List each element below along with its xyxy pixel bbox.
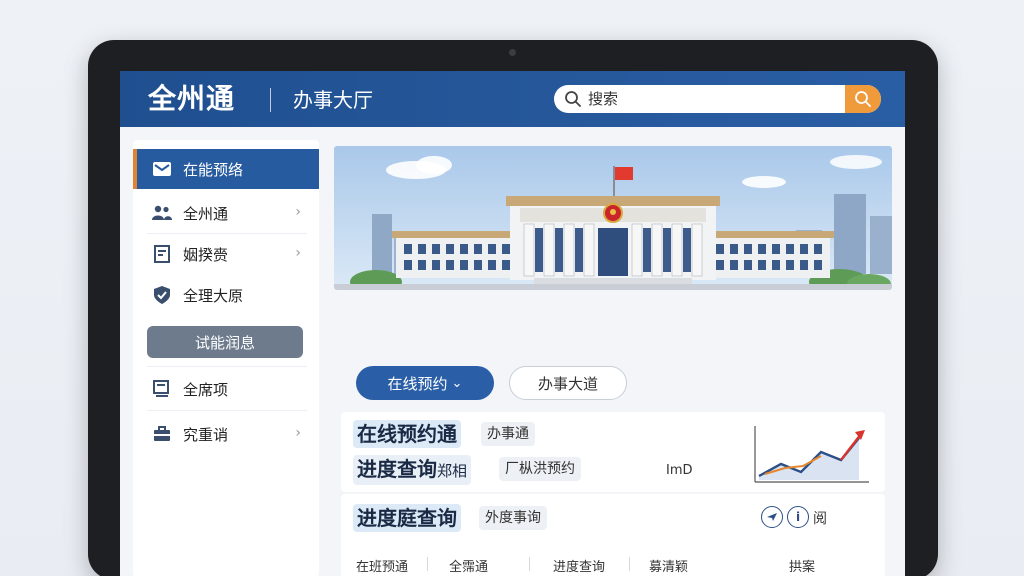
sidebar-item-management[interactable]: 全理大原: [133, 275, 319, 315]
users-icon: [151, 202, 173, 224]
divider: [629, 557, 630, 571]
result-title[interactable]: 在线预约通: [353, 420, 461, 448]
top-bar: 全州通 办事大厅: [120, 71, 905, 127]
chevron-right-icon: ›: [295, 425, 301, 441]
chevron-right-icon: ›: [295, 204, 301, 220]
sidebar-item-label: 全州通: [183, 204, 229, 223]
sidebar-item-label: 全席项: [183, 380, 229, 399]
result-card: 在线预约通 办事通 进度查询郑相 厂枞洪预约 ImD: [341, 412, 885, 492]
result-meta: 募清颖: [649, 560, 689, 575]
result-meta: ImD: [666, 463, 693, 478]
search-input[interactable]: [588, 85, 838, 113]
search-icon: [855, 91, 871, 107]
result-tag: 办事通: [481, 422, 535, 446]
divider: [147, 410, 307, 411]
send-icon[interactable]: [761, 506, 783, 528]
camera-dot: [509, 49, 516, 56]
sidebar: 在能预络 全州通 › 姻揆赍 › 全理大原 试能润息 全席项 究重诮 ›: [133, 140, 319, 576]
search-box: [554, 85, 881, 113]
result-title[interactable]: 进度查询郑相: [353, 455, 472, 485]
inbox-icon: [151, 158, 173, 180]
shield-icon: [151, 284, 173, 306]
search-button[interactable]: [845, 85, 881, 113]
monitor-icon: [151, 378, 173, 400]
trend-chart-icon: [754, 426, 869, 483]
chevron-down-icon: ⌄: [451, 375, 463, 391]
sidebar-item-label: 全理大原: [183, 286, 244, 305]
search-icon: [565, 91, 581, 107]
page-subtitle: 办事大厅: [293, 88, 373, 112]
screen: 全州通 办事大厅 搜索 在能预络 全州通 › 姻揆赍 › 全理大原 试能润息 全…: [120, 71, 905, 576]
tab-label: 办事大道: [537, 374, 598, 393]
result-tag: 厂枞洪预约: [499, 457, 581, 481]
sidebar-item-online-booking[interactable]: 在能预络: [133, 149, 319, 189]
sidebar-item-research[interactable]: 究重诮 ›: [133, 414, 319, 454]
divider: [427, 557, 428, 571]
action-label: 阅: [813, 511, 827, 527]
chevron-right-icon: ›: [295, 245, 301, 261]
hero-banner: [334, 146, 892, 290]
result-card: 进度庭查询 外度事询 i 阅 在班预通 全霈通 进度查询 募清颖 拱案: [341, 494, 885, 576]
result-meta: 进度查询: [553, 560, 606, 575]
sidebar-item-info-button[interactable]: 试能润息: [147, 326, 303, 358]
result-meta: 拱案: [789, 560, 816, 575]
result-meta: 在班预通: [356, 560, 409, 575]
result-title[interactable]: 进度庭查询: [353, 504, 461, 532]
result-tag: 外度事询: [479, 506, 547, 530]
document-icon: [151, 243, 173, 265]
divider: [147, 366, 307, 367]
tab-service-hall[interactable]: 办事大道: [509, 366, 627, 400]
briefcase-icon: [151, 423, 173, 445]
sidebar-item-label: 在能预络: [183, 160, 244, 179]
sidebar-item-documents[interactable]: 姻揆赍 ›: [133, 234, 319, 274]
government-building-illustration: [334, 146, 892, 290]
brand-title[interactable]: 全州通: [148, 80, 235, 118]
divider: [529, 557, 530, 571]
tablet-frame: 全州通 办事大厅 搜索 在能预络 全州通 › 姻揆赍 › 全理大原 试能润息 全…: [88, 40, 938, 576]
result-meta: 全霈通: [449, 560, 489, 575]
info-icon[interactable]: i: [787, 506, 809, 528]
sidebar-item-label: 究重诮: [183, 425, 229, 444]
tab-label: 在线预约: [387, 374, 448, 393]
header-divider: [270, 88, 271, 112]
sidebar-item-all-items[interactable]: 全席项: [133, 369, 319, 409]
sidebar-item-quanzhoutong[interactable]: 全州通 ›: [133, 193, 319, 233]
sidebar-item-label: 试能润息: [194, 333, 255, 352]
tab-online-booking[interactable]: 在线预约 ⌄: [356, 366, 494, 400]
sidebar-item-label: 姻揆赍: [183, 245, 229, 264]
